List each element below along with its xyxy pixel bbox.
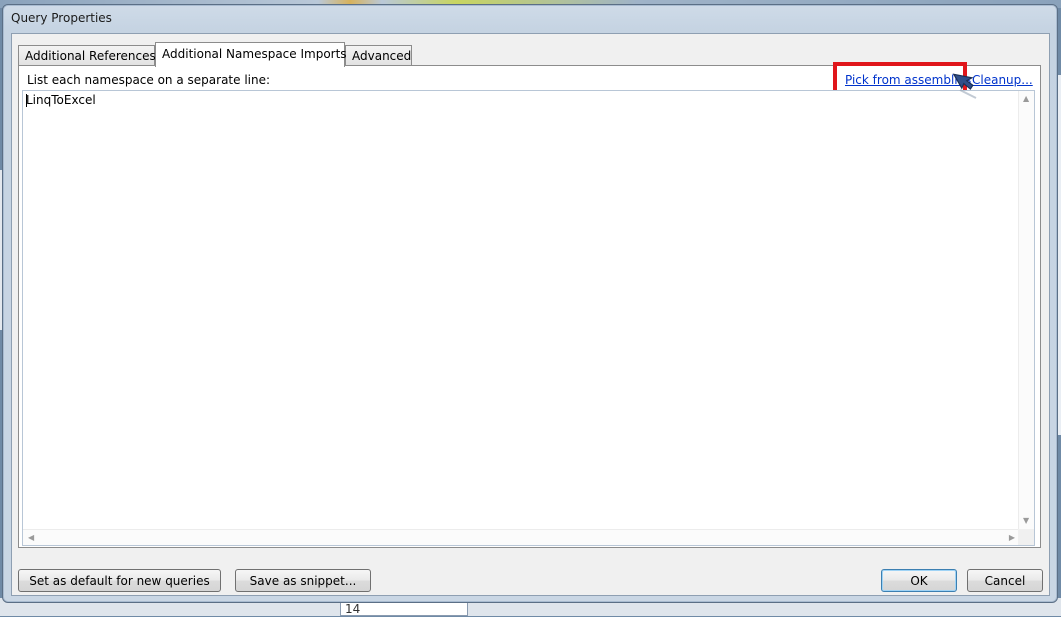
triangle-right-icon[interactable]: ▶ (1009, 534, 1015, 542)
scrollbar-corner (1018, 529, 1034, 545)
set-default-button[interactable]: Set as default for new queries (18, 569, 221, 592)
ok-button[interactable]: OK (881, 569, 957, 592)
tab-advanced[interactable]: Advanced (345, 45, 412, 65)
vertical-scrollbar[interactable]: ▲ ▼ (1018, 91, 1034, 529)
triangle-left-icon[interactable]: ◀ (28, 534, 34, 542)
namespace-imports-panel: List each namespace on a separate line: … (18, 62, 1041, 548)
editor-line: LinqToExcel (26, 93, 96, 107)
tab-additional-references[interactable]: Additional References (18, 45, 156, 65)
dialog-client-area: Additional References Additional Namespa… (11, 33, 1050, 596)
triangle-up-icon[interactable]: ▲ (1023, 95, 1029, 103)
cancel-button[interactable]: Cancel (967, 569, 1043, 592)
horizontal-scrollbar[interactable]: ◀ ▶ (23, 529, 1020, 545)
namespace-caption: List each namespace on a separate line: (27, 73, 271, 87)
namespace-editor[interactable]: LinqToExcel ▲ ▼ ◀ ▶ (22, 90, 1035, 546)
save-snippet-button[interactable]: Save as snippet... (235, 569, 371, 592)
cleanup-link[interactable]: Cleanup... (972, 73, 1033, 87)
triangle-down-icon[interactable]: ▼ (1023, 517, 1029, 525)
window-title: Query Properties (11, 11, 112, 25)
query-properties-dialog: Query Properties Additional References A… (2, 4, 1058, 603)
tab-additional-namespace-imports[interactable]: Additional Namespace Imports (155, 42, 347, 67)
pick-from-assemblies-link[interactable]: Pick from assemblies (845, 73, 971, 87)
